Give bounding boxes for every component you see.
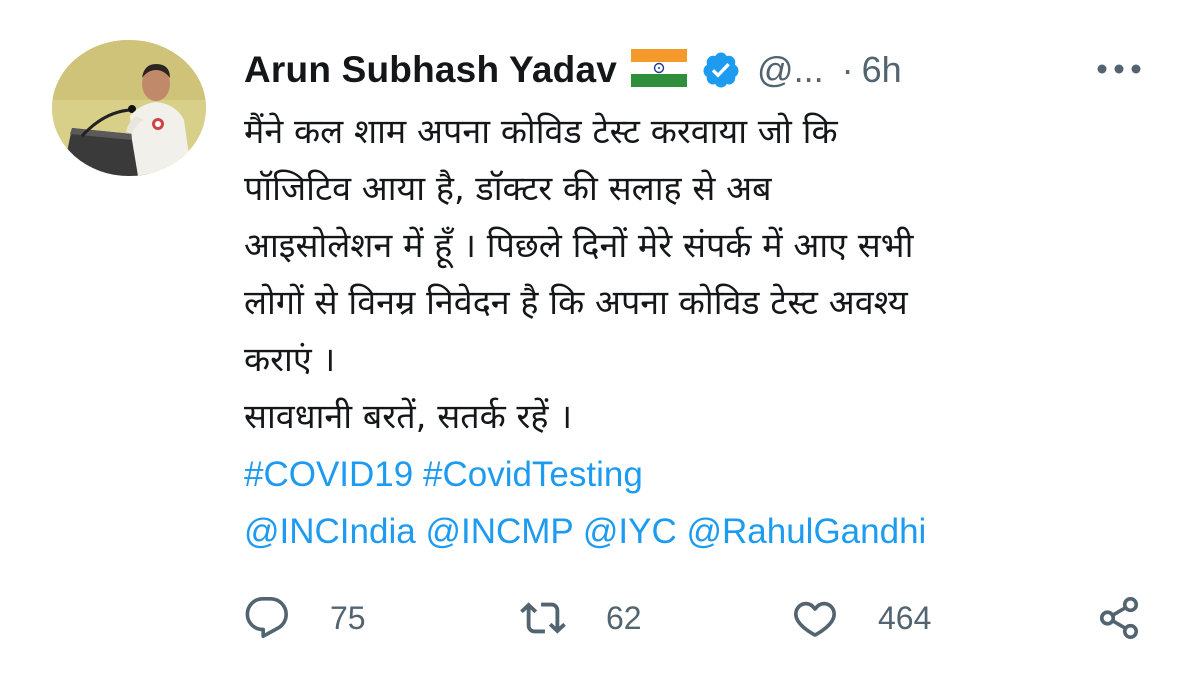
timestamp[interactable]: 6h [862, 49, 902, 91]
avatar-image [52, 40, 206, 176]
retweet-button[interactable]: 62 [520, 588, 642, 648]
tweet-text-line: आइसोलेशन में हूँ । पिछले दिनों मेरे संपर… [244, 226, 914, 266]
mention-rahulgandhi[interactable]: @RahulGandhi [686, 512, 926, 551]
retweet-count: 62 [606, 599, 642, 636]
action-bar: 75 62 464 [244, 588, 1154, 648]
separator-dot: · [841, 49, 854, 90]
mention-incindia[interactable]: @INCIndia [244, 512, 416, 551]
india-flag-icon [631, 49, 688, 87]
hashtag-line: #COVID19 #CovidTesting [244, 446, 1164, 503]
reply-count: 75 [330, 599, 366, 636]
hashtag-covid19[interactable]: #COVID19 [244, 455, 413, 494]
tweet: Arun Subhash Yadav @... · 6h मैंने कल शा… [0, 0, 1200, 675]
tweet-text-line: लोगों से विनम्र निवेदन है कि अपना कोविड … [244, 283, 908, 323]
author-handle[interactable]: @... [757, 49, 824, 91]
tweet-text-line: सावधानी बरतें, सतर्क रहें । [244, 397, 573, 437]
avatar[interactable] [52, 40, 206, 176]
heart-icon [794, 601, 836, 637]
author-name[interactable]: Arun Subhash Yadav [244, 49, 617, 91]
reply-icon [245, 597, 288, 639]
share-icon [1099, 597, 1139, 639]
like-count: 464 [878, 599, 932, 636]
tweet-links: #COVID19 #CovidTesting @INCIndia @INCMP … [244, 446, 1164, 560]
more-options-icon[interactable] [1094, 56, 1144, 82]
mention-iyc[interactable]: @IYC [583, 512, 677, 551]
tweet-text: मैंने कल शाम अपना कोविड टेस्ट करवाया जो … [244, 104, 1164, 560]
share-button[interactable] [1096, 588, 1142, 648]
reply-button[interactable]: 75 [244, 588, 366, 648]
like-button[interactable]: 464 [792, 588, 931, 648]
tweet-header: Arun Subhash Yadav @... · 6h [244, 44, 902, 96]
mention-line: @INCIndia @INCMP @IYC @RahulGandhi [244, 503, 1164, 560]
tweet-text-line: मैंने कल शाम अपना कोविड टेस्ट करवाया जो … [244, 112, 838, 152]
retweet-icon [520, 602, 566, 634]
verified-badge-icon [703, 52, 739, 88]
mention-incmp[interactable]: @INCMP [425, 512, 573, 551]
hashtag-covidtesting[interactable]: #CovidTesting [423, 455, 643, 494]
tweet-text-line: पॉजिटिव आया है, डॉक्टर की सलाह से अब [244, 169, 772, 209]
tweet-text-line: कराएं । [244, 340, 336, 380]
